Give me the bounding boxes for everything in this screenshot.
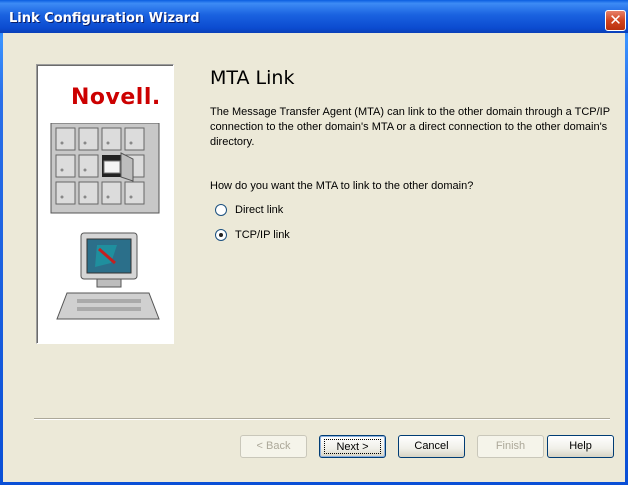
logo-dot: .	[151, 85, 161, 110]
finish-button[interactable]: Finish	[477, 435, 544, 458]
wizard-window: Link Configuration Wizard ✕ Novell. MTA …	[0, 0, 628, 485]
direct-link-label: Direct link	[235, 204, 284, 216]
tcpip-link-label: TCP/IP link	[235, 229, 290, 241]
back-button[interactable]: < Back	[240, 435, 307, 458]
page-title: MTA Link	[210, 67, 295, 89]
radio-indicator[interactable]	[215, 204, 227, 216]
novell-logo: Novell.	[71, 85, 161, 110]
next-button-label: Next >	[324, 439, 381, 454]
window-title: Link Configuration Wizard	[9, 11, 200, 26]
logo-text: Novell	[71, 85, 152, 110]
wizard-side-image: Novell.	[36, 64, 174, 344]
wizard-client-area: Novell. MTA Link The Message Transfer Ag…	[3, 33, 625, 482]
direct-link-radio[interactable]: Direct link	[215, 204, 283, 216]
button-separator	[34, 418, 610, 420]
radio-indicator-checked[interactable]	[215, 229, 227, 241]
title-bar[interactable]: Link Configuration Wizard ✕	[0, 0, 628, 33]
close-icon[interactable]: ✕	[605, 10, 626, 31]
link-question: How do you want the MTA to link to the o…	[210, 180, 474, 192]
help-button[interactable]: Help	[547, 435, 614, 458]
next-button[interactable]: Next >	[319, 435, 386, 458]
tcpip-link-radio[interactable]: TCP/IP link	[215, 229, 290, 241]
page-description: The Message Transfer Agent (MTA) can lin…	[210, 106, 610, 148]
cancel-button[interactable]: Cancel	[398, 435, 465, 458]
mailboxes-computer-icon	[50, 123, 160, 320]
